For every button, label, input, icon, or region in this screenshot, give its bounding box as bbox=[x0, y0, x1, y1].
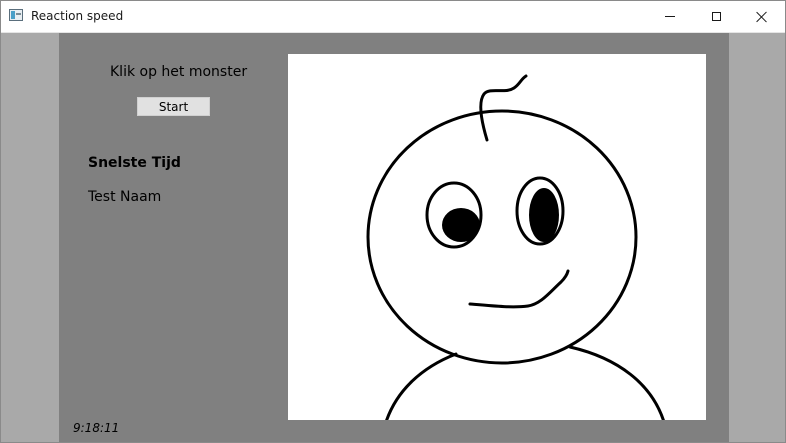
close-icon bbox=[756, 11, 768, 23]
monster-hair bbox=[479, 74, 528, 142]
window-title: Reaction speed bbox=[31, 9, 124, 23]
close-button[interactable] bbox=[739, 1, 785, 32]
monster-mouth bbox=[468, 269, 570, 309]
fastest-player-name: Test Naam bbox=[88, 189, 162, 205]
minimize-button[interactable] bbox=[647, 1, 693, 32]
start-button[interactable]: Start bbox=[137, 97, 210, 116]
instruction-text: Klik op het monster bbox=[110, 64, 248, 80]
monster-drawing[interactable] bbox=[288, 54, 706, 420]
fastest-time-label: Snelste Tijd bbox=[88, 155, 181, 171]
monster-pupil-right bbox=[529, 188, 559, 242]
client-area: Klik op het monster Start Snelste Tijd T… bbox=[1, 33, 785, 442]
app-window: Reaction speed Klik op het monster Start… bbox=[0, 0, 786, 443]
monster-canvas[interactable] bbox=[288, 54, 706, 420]
title-bar[interactable]: Reaction speed bbox=[1, 1, 785, 33]
minimize-icon bbox=[665, 16, 675, 17]
clock-display: 9:18:11 bbox=[73, 421, 120, 435]
monster-body bbox=[385, 345, 665, 420]
monster-head bbox=[366, 109, 638, 365]
app-window-icon bbox=[9, 9, 23, 21]
game-panel: Klik op het monster Start Snelste Tijd T… bbox=[59, 33, 729, 442]
maximize-icon bbox=[711, 12, 721, 21]
maximize-button[interactable] bbox=[693, 1, 739, 32]
monster-pupil-left bbox=[442, 208, 480, 242]
